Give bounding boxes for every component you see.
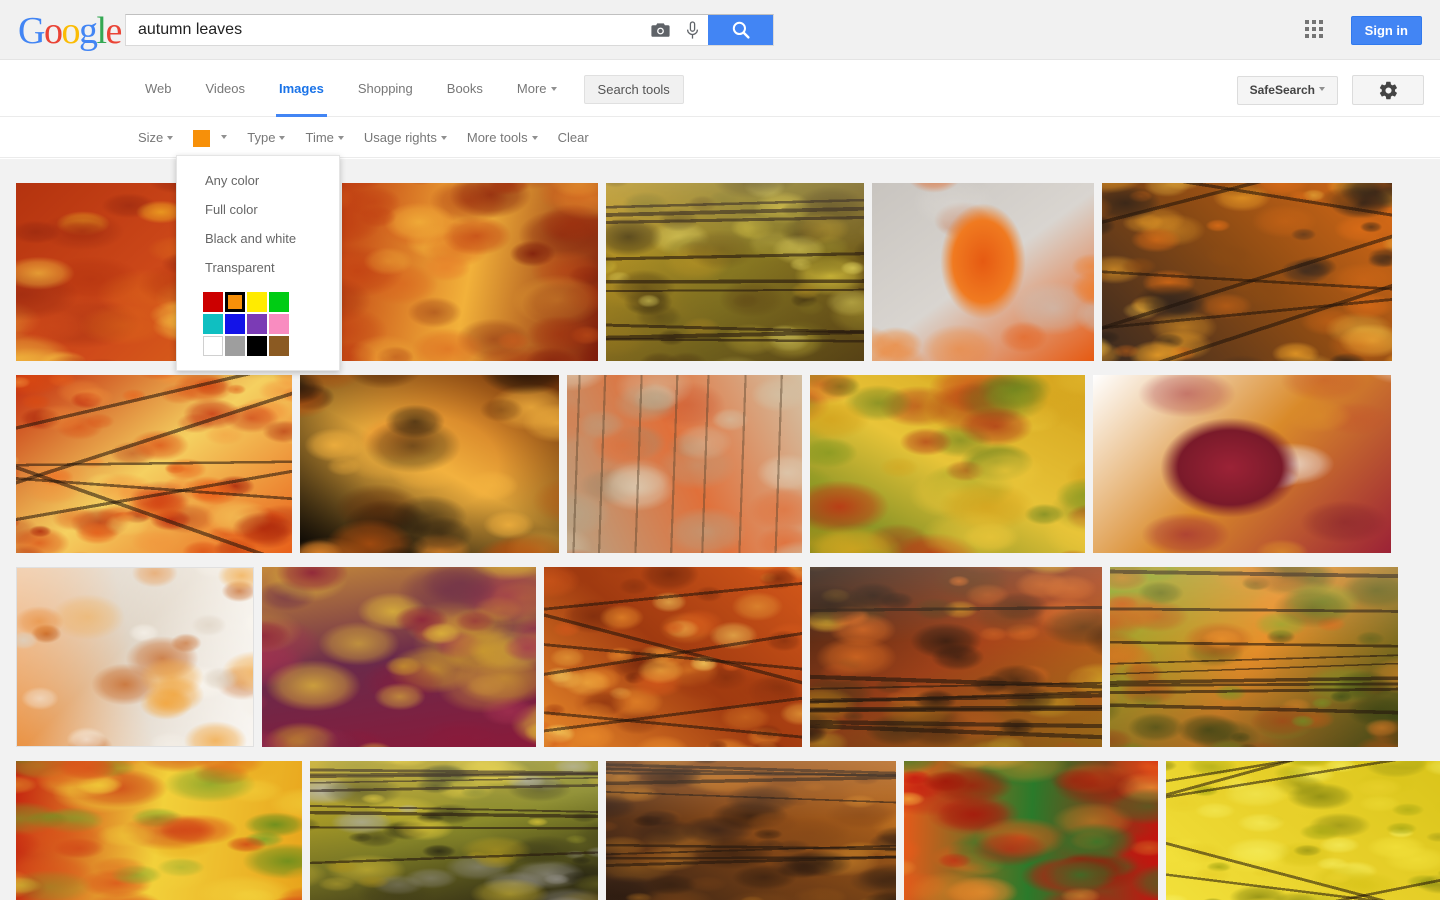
logo-letter-o2: o bbox=[61, 10, 80, 52]
filter-color-swatch bbox=[193, 129, 211, 147]
search-box bbox=[125, 14, 774, 46]
tab-books-label: Books bbox=[446, 81, 483, 96]
image-result-thumbnail[interactable] bbox=[1093, 375, 1391, 553]
chevron-down-icon bbox=[550, 86, 557, 91]
image-result-thumbnail[interactable] bbox=[16, 761, 302, 900]
image-row bbox=[0, 761, 1440, 900]
safesearch-button[interactable]: SafeSearch bbox=[1236, 75, 1338, 105]
tab-images[interactable]: Images bbox=[262, 61, 341, 117]
color-option-transparent[interactable]: Transparent bbox=[177, 253, 339, 282]
color-swatch-black[interactable] bbox=[247, 336, 267, 356]
image-result-thumbnail[interactable] bbox=[262, 567, 536, 747]
filter-color[interactable] bbox=[183, 118, 237, 158]
color-swatch-orange[interactable] bbox=[225, 292, 245, 312]
logo-letter-g: G bbox=[18, 10, 45, 52]
search-tools-button[interactable]: Search tools bbox=[583, 74, 684, 104]
settings-gear-button[interactable] bbox=[1352, 75, 1424, 105]
top-header: Google Sign in bbox=[0, 0, 1440, 60]
image-result-thumbnail[interactable] bbox=[872, 183, 1094, 361]
color-swatch-brown[interactable] bbox=[269, 336, 289, 356]
color-swatch-gray[interactable] bbox=[225, 336, 245, 356]
filter-bar: Size Type Time Usage rights More tools C… bbox=[0, 118, 1440, 158]
filter-list: Size Type Time Usage rights More tools C… bbox=[128, 118, 599, 158]
tab-shopping[interactable]: Shopping bbox=[341, 61, 430, 117]
image-result-thumbnail[interactable] bbox=[606, 761, 896, 900]
image-result-thumbnail[interactable] bbox=[342, 183, 598, 361]
image-result-thumbnail[interactable] bbox=[1110, 567, 1398, 747]
color-swatch-teal[interactable] bbox=[203, 314, 223, 334]
tab-more[interactable]: More bbox=[500, 61, 574, 117]
tab-shopping-label: Shopping bbox=[357, 81, 413, 96]
filter-more-tools-label: More tools bbox=[466, 130, 528, 145]
image-result-thumbnail[interactable] bbox=[16, 567, 254, 747]
image-result-thumbnail[interactable] bbox=[606, 183, 864, 361]
color-filter-dropdown: Any color Full color Black and white Tra… bbox=[176, 155, 340, 371]
search-input[interactable] bbox=[126, 15, 644, 45]
filter-time-label: Time bbox=[305, 130, 334, 145]
image-result-thumbnail[interactable] bbox=[567, 375, 802, 553]
sign-in-button[interactable]: Sign in bbox=[1350, 16, 1422, 45]
navigation-bar: Web Videos Images Shopping Books More Se… bbox=[0, 61, 1440, 117]
camera-icon[interactable] bbox=[644, 15, 676, 45]
apps-grid-icon[interactable] bbox=[1305, 20, 1327, 42]
chevron-down-icon bbox=[531, 135, 538, 140]
color-swatch-white[interactable] bbox=[203, 336, 223, 356]
tab-more-label: More bbox=[516, 81, 547, 96]
microphone-icon[interactable] bbox=[676, 15, 708, 45]
chevron-down-icon bbox=[1319, 87, 1325, 92]
chevron-down-icon bbox=[221, 135, 228, 139]
tab-web-label: Web bbox=[145, 81, 172, 96]
tab-images-label: Images bbox=[279, 81, 324, 96]
tab-books[interactable]: Books bbox=[430, 61, 500, 117]
color-swatch-blue[interactable] bbox=[225, 314, 245, 334]
chevron-down-icon bbox=[279, 135, 286, 140]
image-result-thumbnail[interactable] bbox=[810, 567, 1102, 747]
color-swatch-purple[interactable] bbox=[247, 314, 267, 334]
color-swatch-pink[interactable] bbox=[269, 314, 289, 334]
image-result-thumbnail[interactable] bbox=[904, 761, 1158, 900]
search-button[interactable] bbox=[708, 15, 773, 45]
filter-time[interactable]: Time bbox=[295, 118, 353, 158]
color-swatch-yellow[interactable] bbox=[247, 292, 267, 312]
filter-size-label: Size bbox=[138, 130, 164, 145]
filter-usage-rights-label: Usage rights bbox=[363, 130, 437, 145]
tab-videos[interactable]: Videos bbox=[189, 61, 263, 117]
filter-type[interactable]: Type bbox=[237, 118, 295, 158]
nav-right-controls: SafeSearch bbox=[1236, 75, 1424, 105]
chevron-down-icon bbox=[440, 135, 447, 140]
filter-size[interactable]: Size bbox=[128, 118, 183, 158]
search-vertical-tabs: Web Videos Images Shopping Books More Se… bbox=[128, 61, 684, 117]
chevron-down-icon bbox=[167, 135, 174, 140]
filter-more-tools[interactable]: More tools bbox=[457, 118, 548, 158]
image-result-thumbnail[interactable] bbox=[1166, 761, 1440, 900]
logo-letter-g2: g bbox=[78, 10, 98, 52]
image-row bbox=[0, 375, 1440, 553]
color-swatch-grid bbox=[203, 292, 339, 356]
gear-icon bbox=[1379, 81, 1397, 99]
filter-type-label: Type bbox=[247, 130, 276, 145]
color-option-black-and-white[interactable]: Black and white bbox=[177, 224, 339, 253]
logo-letter-o1: o bbox=[43, 10, 63, 52]
chevron-down-icon bbox=[337, 135, 344, 140]
tab-web[interactable]: Web bbox=[128, 61, 189, 117]
logo-letter-l: l bbox=[96, 10, 107, 52]
filter-clear-label: Clear bbox=[557, 130, 589, 145]
color-option-any-color[interactable]: Any color bbox=[177, 166, 339, 195]
image-result-thumbnail[interactable] bbox=[16, 375, 292, 553]
filter-clear[interactable]: Clear bbox=[548, 118, 599, 158]
color-swatch-green[interactable] bbox=[269, 292, 289, 312]
image-result-thumbnail[interactable] bbox=[810, 375, 1085, 553]
logo-letter-e: e bbox=[105, 10, 123, 52]
filter-usage-rights[interactable]: Usage rights bbox=[354, 118, 457, 158]
tab-videos-label: Videos bbox=[205, 81, 246, 96]
safesearch-label: SafeSearch bbox=[1249, 82, 1315, 97]
image-result-thumbnail[interactable] bbox=[544, 567, 802, 747]
color-swatch-red[interactable] bbox=[203, 292, 223, 312]
image-result-thumbnail[interactable] bbox=[1102, 183, 1392, 361]
image-result-thumbnail[interactable] bbox=[300, 375, 559, 553]
image-row bbox=[0, 567, 1440, 747]
color-option-full-color[interactable]: Full color bbox=[177, 195, 339, 224]
google-logo[interactable]: Google bbox=[18, 10, 123, 52]
image-result-thumbnail[interactable] bbox=[310, 761, 598, 900]
